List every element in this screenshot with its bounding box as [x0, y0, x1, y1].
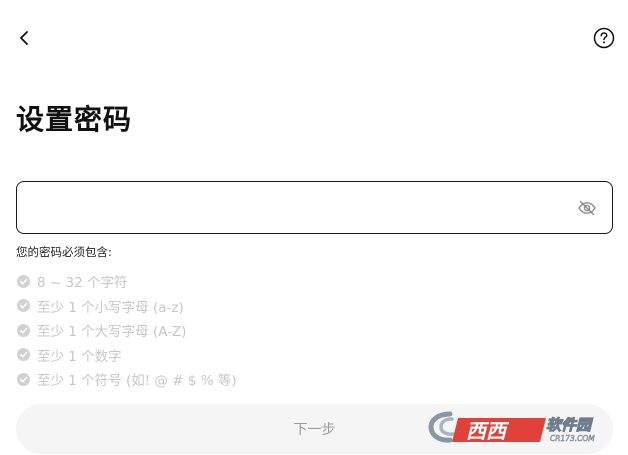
- watermark-site: 软件园: [546, 416, 594, 434]
- requirements-list: 8 ~ 32 个字符 至少 1 个小写字母 (a-z) 至少 1 个大写字母 (…: [17, 269, 237, 392]
- watermark-domain: CR173.COM: [550, 434, 595, 443]
- check-circle-icon: [17, 348, 30, 362]
- page-title: 设置密码: [16, 103, 133, 136]
- check-circle-icon: [17, 323, 30, 337]
- watermark-brand: 西西: [466, 419, 510, 443]
- requirement-label: 至少 1 个小写字母 (a-z): [37, 299, 184, 316]
- eye-off-icon: [578, 200, 596, 216]
- chevron-left-icon: [20, 31, 28, 45]
- check-circle-icon: [17, 299, 30, 313]
- requirement-label: 至少 1 个大写字母 (A-Z): [37, 324, 187, 341]
- requirement-length: 8 ~ 32 个字符: [17, 269, 237, 294]
- requirements-heading: 您的密码必须包含:: [16, 245, 112, 259]
- help-button[interactable]: [592, 26, 616, 50]
- back-button[interactable]: [12, 26, 36, 50]
- requirement-digit: 至少 1 个数字: [17, 343, 237, 368]
- requirement-label: 至少 1 个数字: [37, 348, 122, 365]
- password-field[interactable]: [16, 181, 613, 234]
- check-circle-icon: [17, 274, 30, 288]
- requirement-uppercase: 至少 1 个大写字母 (A-Z): [17, 318, 237, 343]
- password-input[interactable]: [31, 194, 561, 222]
- requirement-label: 8 ~ 32 个字符: [37, 275, 128, 292]
- watermark-logo: 西西 软件园 CR173.COM: [428, 408, 608, 446]
- requirement-lowercase: 至少 1 个小写字母 (a-z): [17, 294, 237, 319]
- question-circle-icon: [593, 27, 615, 49]
- requirement-symbol: 至少 1 个符号 (如! @ # $ % 等): [17, 367, 237, 392]
- password-visibility-toggle[interactable]: [575, 196, 599, 220]
- check-circle-icon: [17, 372, 30, 386]
- requirement-label: 至少 1 个符号 (如! @ # $ % 等): [37, 373, 237, 390]
